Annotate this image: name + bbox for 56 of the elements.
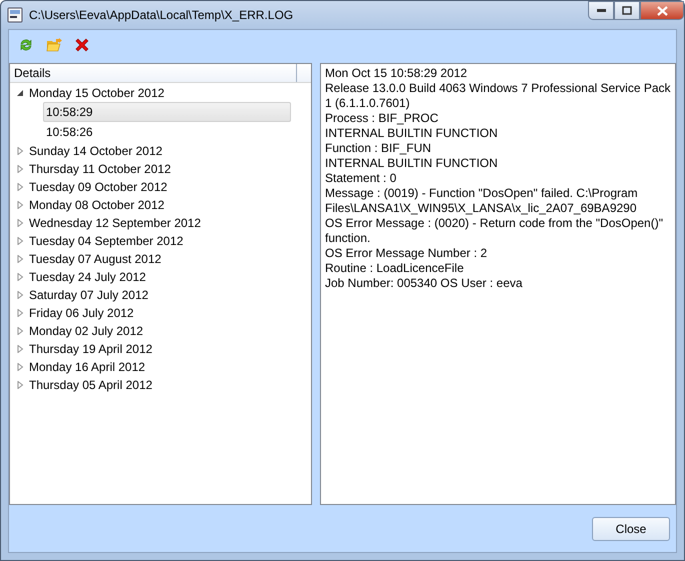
log-line: OS Error Message : (0020) - Return code from the "DosOpen()" function. xyxy=(325,216,664,246)
log-line: Job Number: 005340 OS User : eeva xyxy=(325,276,524,291)
log-line: Process : BIF_PROC xyxy=(325,111,440,126)
minimize-button[interactable] xyxy=(588,1,614,20)
expand-icon[interactable] xyxy=(16,363,24,371)
tree-item[interactable]: Tuesday 24 July 2012 xyxy=(29,270,146,284)
tree-item[interactable]: Friday 06 July 2012 xyxy=(29,306,134,320)
tree-item[interactable]: Thursday 19 April 2012 xyxy=(29,342,152,356)
tree-item[interactable]: 10:58:29 xyxy=(43,102,291,122)
minimize-icon xyxy=(596,9,606,12)
log-line: Message : (0019) - Function "DosOpen" failed. C:\Program Files\LANSA1\X_WIN95\X_LANSA\x_lic_2A07_69BA9290 xyxy=(325,186,639,216)
expand-icon[interactable] xyxy=(16,219,24,227)
tree-item[interactable]: Tuesday 04 September 2012 xyxy=(29,234,184,248)
tree-item[interactable]: Monday 08 October 2012 xyxy=(29,198,164,212)
tree-item[interactable]: Tuesday 09 October 2012 xyxy=(29,180,168,194)
maximize-button[interactable] xyxy=(614,1,640,20)
log-line: INTERNAL BUILTIN FUNCTION xyxy=(325,156,499,171)
window-title: C:\Users\Eeva\AppData\Local\Temp\X_ERR.LOG xyxy=(29,8,294,22)
expand-icon[interactable] xyxy=(16,327,24,335)
tree-item[interactable]: Wednesday 12 September 2012 xyxy=(29,216,201,230)
close-dialog-button[interactable]: Close xyxy=(592,516,670,540)
close-icon xyxy=(656,6,668,16)
expand-icon[interactable] xyxy=(16,273,24,281)
tree-item[interactable]: Monday 16 April 2012 xyxy=(29,360,146,374)
tree-item[interactable]: Monday 15 October 2012 xyxy=(29,86,164,100)
expand-icon[interactable] xyxy=(16,345,24,353)
collapse-icon[interactable] xyxy=(16,89,24,97)
folder-icon xyxy=(46,38,62,52)
log-line: Release 13.0.0 Build 4063 Windows 7 Professional Service Pack 1 (6.1.1.0.7601) xyxy=(325,81,671,111)
log-line: Function : BIF_FUN xyxy=(325,141,432,156)
tree-item[interactable]: Sunday 14 October 2012 xyxy=(29,144,162,158)
expand-icon[interactable] xyxy=(16,291,24,299)
tree-item[interactable]: 10:58:26 xyxy=(43,122,291,142)
tree-item[interactable]: Thursday 05 April 2012 xyxy=(29,378,152,392)
expand-icon[interactable] xyxy=(16,201,24,209)
log-line: Routine : LoadLicenceFile xyxy=(325,261,465,276)
tree-item[interactable]: Monday 02 July 2012 xyxy=(29,324,144,338)
maximize-icon xyxy=(622,6,632,15)
log-line: INTERNAL BUILTIN FUNCTION xyxy=(325,126,499,141)
app-icon xyxy=(7,7,23,23)
tree-item[interactable]: Saturday 07 July 2012 xyxy=(29,288,148,302)
log-line: OS Error Message Number : 2 xyxy=(325,246,488,261)
expand-icon[interactable] xyxy=(16,237,24,245)
log-line: Mon Oct 15 10:58:29 2012 xyxy=(325,66,468,81)
expand-icon[interactable] xyxy=(16,255,24,263)
tree-item[interactable]: Tuesday 07 August 2012 xyxy=(29,252,162,266)
expand-icon[interactable] xyxy=(16,183,24,191)
expand-icon[interactable] xyxy=(16,147,24,155)
close-icon xyxy=(74,37,90,53)
log-line: Statement : 0 xyxy=(325,171,398,186)
expand-icon[interactable] xyxy=(16,165,24,173)
refresh-icon xyxy=(18,37,34,53)
expand-icon[interactable] xyxy=(16,381,24,389)
close-button[interactable] xyxy=(640,1,684,20)
expand-icon[interactable] xyxy=(16,309,24,317)
tree-item[interactable]: Thursday 11 October 2012 xyxy=(29,162,171,176)
